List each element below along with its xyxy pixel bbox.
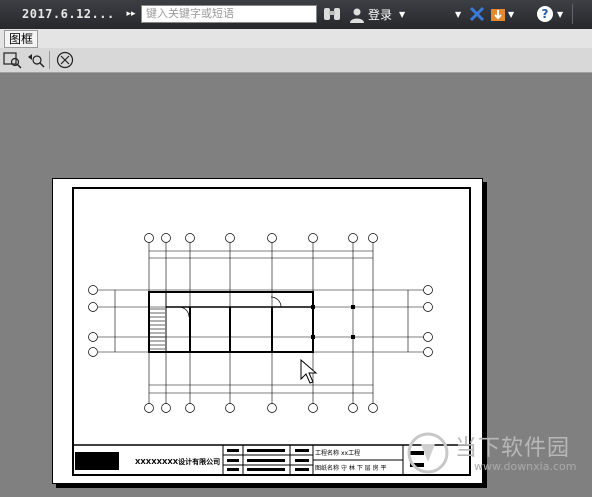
watermark-name: 当下软件园 [455, 436, 571, 461]
chevron-right-icon[interactable]: ▸▸ [124, 4, 138, 24]
logo-block [75, 452, 119, 470]
help-icon[interactable]: ? [537, 6, 553, 22]
company-name: XXXXXXXX设计有限公司 [135, 458, 221, 466]
toolbar-separator [49, 51, 50, 69]
mouse-cursor-icon [300, 359, 318, 384]
dropdown-arrow-icon[interactable]: ▼ [399, 10, 405, 26]
login-button[interactable]: 登录 [368, 6, 392, 23]
building-walls [148, 291, 314, 353]
project-value: xx工程 [341, 450, 361, 457]
search-placeholder: 键入关键字或短语 [146, 7, 234, 20]
watermark-url: www.downxia.com [474, 460, 577, 473]
columns [311, 305, 355, 339]
zoom-window-icon[interactable] [3, 51, 23, 69]
user-icon[interactable] [349, 7, 365, 23]
top-axis-bubbles [144, 233, 378, 243]
download-icon[interactable] [490, 6, 506, 22]
dropdown-arrow-icon-4[interactable]: ▼ [557, 10, 563, 26]
drawing-label: 图纸名称 [315, 465, 340, 472]
document-title: 2017.6.12... [22, 7, 115, 21]
exchange-x-icon[interactable] [469, 6, 485, 22]
drawing-value: 守 林 下 层 房 平 [341, 465, 387, 472]
toolbar [0, 48, 592, 73]
tab-frame[interactable]: 图框 [4, 30, 39, 48]
stairs [150, 308, 165, 350]
dropdown-arrow-icon-2[interactable]: ▼ [455, 10, 461, 26]
ribbon-bar: 图框 [0, 29, 592, 49]
bottom-axis-bubbles [144, 403, 378, 413]
grid-lines [98, 243, 428, 404]
zoom-previous-icon[interactable] [26, 51, 46, 69]
binoculars-icon[interactable] [322, 6, 342, 22]
search-input[interactable]: 键入关键字或短语 [141, 5, 317, 23]
close-preview-icon[interactable] [55, 51, 75, 69]
dropdown-arrow-icon-3[interactable]: ▼ [508, 10, 514, 26]
side-axis-bubbles [88, 285, 433, 357]
title-bar: 2017.6.12... ▸▸ 键入关键字或短语 登录 ▼ ▼ ▼ ? ▼ [0, 0, 592, 30]
separator [572, 4, 573, 24]
project-label: 工程名称 [315, 450, 340, 457]
watermark-logo [407, 432, 449, 474]
